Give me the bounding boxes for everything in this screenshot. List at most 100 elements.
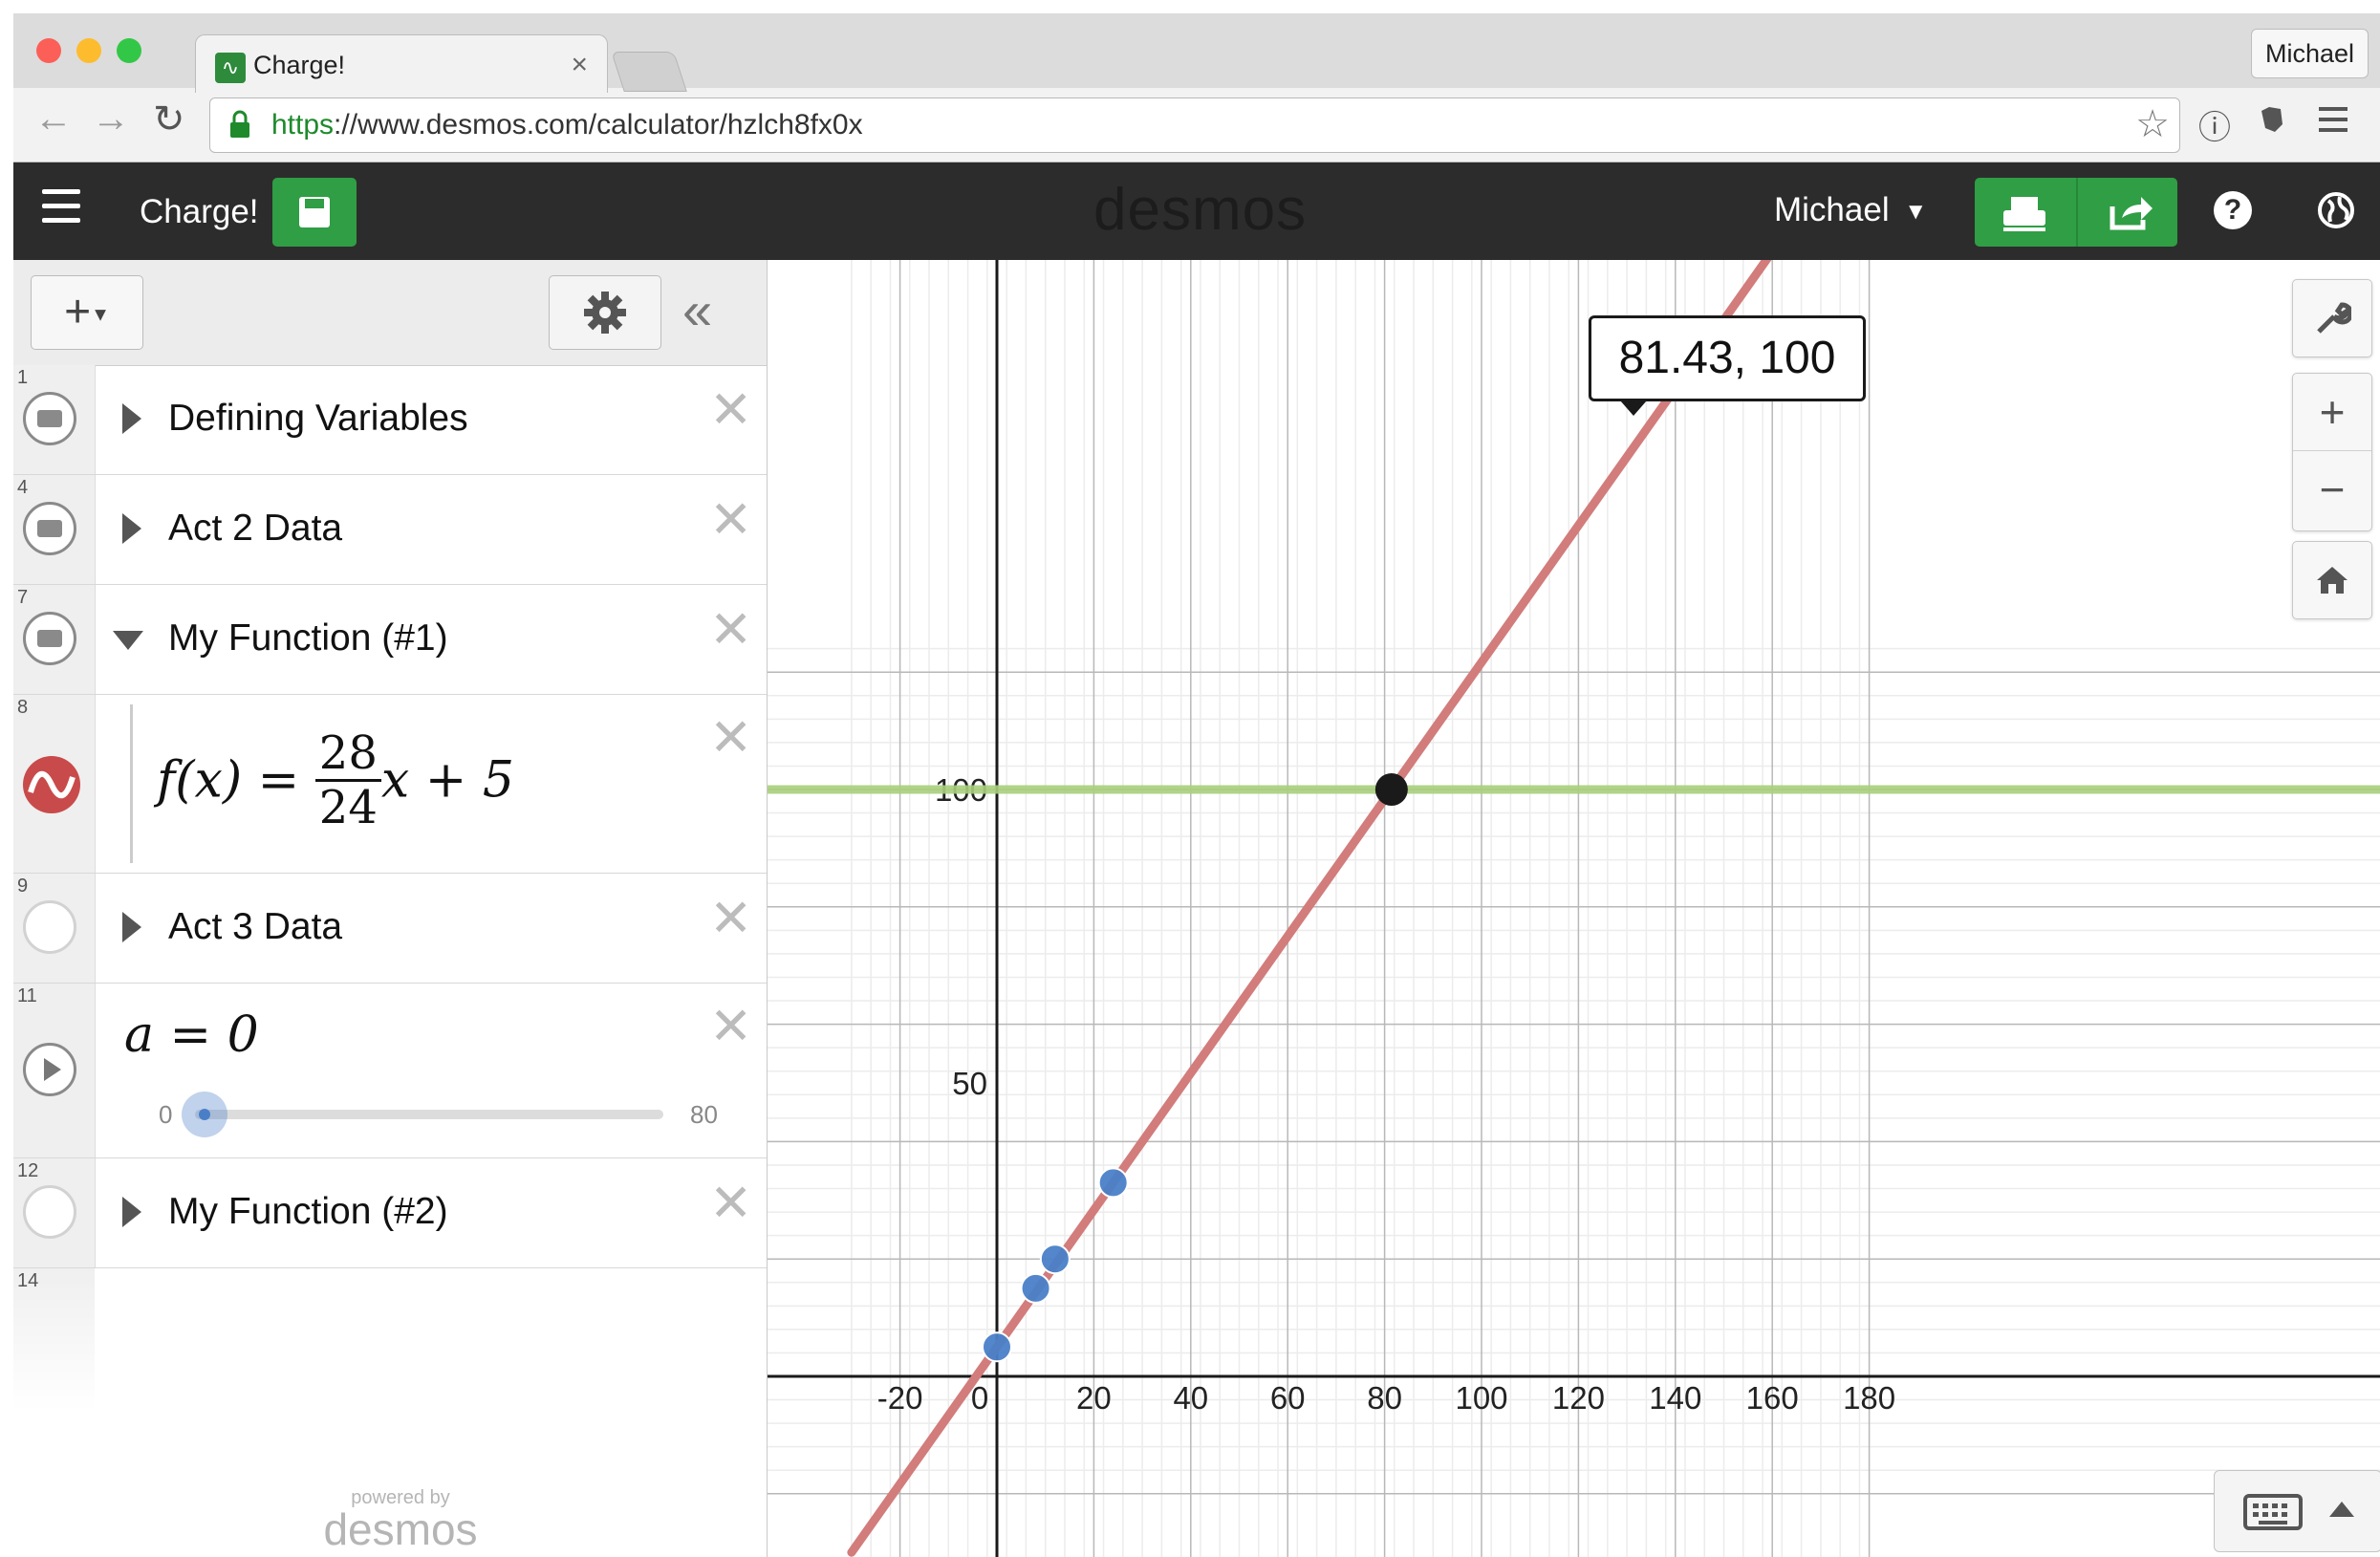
address-bar[interactable]: https://www.desmos.com/calculator/hzlch8… (209, 97, 2180, 153)
folder-row-act-2-data[interactable]: 4 Act 2 Data ✕ (13, 475, 767, 585)
keyboard-icon (2243, 1494, 2303, 1530)
hamburger-menu-icon[interactable] (42, 189, 80, 227)
home-icon (2317, 567, 2348, 594)
reload-icon[interactable]: ↻ (153, 97, 185, 141)
function-lhs: f(x) = (157, 751, 315, 810)
browser-profile-button[interactable]: Michael (2250, 29, 2369, 78)
help-icon[interactable]: ? (2214, 191, 2252, 229)
folder-indent-line (130, 704, 133, 863)
x-tick-label: 80 (1367, 1380, 1402, 1416)
row-number: 4 (17, 477, 29, 498)
folder-title[interactable]: Act 2 Data (168, 508, 342, 550)
slider-track[interactable] (182, 1092, 663, 1137)
graph-title[interactable]: Charge! (140, 193, 259, 231)
slider-expression[interactable]: a = 0 (124, 1006, 259, 1064)
globe-language-icon[interactable] (2317, 191, 2355, 229)
row-gutter: 8 (13, 695, 96, 873)
collapse-list-button[interactable]: « (682, 279, 712, 341)
slider-min[interactable]: 0 (159, 1100, 172, 1130)
x-tick-label: 40 (1173, 1380, 1208, 1416)
delete-icon[interactable]: ✕ (709, 384, 752, 436)
slider-max[interactable]: 80 (690, 1100, 718, 1130)
expand-caret-icon[interactable] (122, 403, 141, 434)
user-name: Michael (1774, 191, 1890, 228)
zoom-out-button[interactable]: − (2293, 451, 2371, 528)
delete-icon[interactable]: ✕ (709, 1001, 752, 1052)
collapse-caret-icon[interactable] (113, 631, 143, 650)
row-number: 8 (17, 697, 29, 718)
delete-icon[interactable]: ✕ (709, 712, 752, 764)
print-share-group (1975, 178, 2177, 247)
x-tick-label: 140 (1649, 1380, 1701, 1416)
graph-canvas[interactable]: -2002040608010012014016018050100 (768, 260, 2380, 1557)
empty-expression-row[interactable]: 14 (13, 1268, 767, 1412)
add-expression-button[interactable]: +▼ (31, 275, 143, 350)
delete-icon[interactable]: ✕ (709, 893, 752, 944)
delete-icon[interactable]: ✕ (709, 1178, 752, 1229)
save-disk-icon (299, 197, 330, 227)
row-gutter: 4 (13, 475, 96, 584)
folder-icon (37, 630, 62, 647)
zoom-in-button[interactable]: + (2293, 374, 2371, 451)
tab-close-icon[interactable]: × (571, 49, 588, 81)
function-rhs: x + 5 (380, 751, 514, 810)
graph-background (768, 260, 2380, 1557)
fraction-denominator: 24 (318, 781, 378, 834)
x-tick-label: 120 (1552, 1380, 1605, 1416)
row-number: 14 (17, 1270, 39, 1291)
new-tab-button[interactable] (611, 52, 687, 92)
expand-caret-icon[interactable] (122, 912, 141, 942)
folder-title[interactable]: My Function (#2) (168, 1191, 448, 1233)
function-expression[interactable]: f(x) = 28 24 x + 5 (157, 727, 514, 842)
slider-row[interactable]: 11 a = 0 0 80 ✕ (13, 984, 767, 1158)
expand-caret-icon[interactable] (122, 1197, 141, 1227)
user-menu[interactable]: Michael ▼ (1774, 191, 1927, 229)
keyboard-toggle-button[interactable] (2214, 1470, 2380, 1552)
folder-row-defining-variables[interactable]: 1 Defining Variables ✕ (13, 365, 767, 475)
x-tick-label: 160 (1746, 1380, 1799, 1416)
graph-color-toggle-icon[interactable] (23, 756, 80, 813)
graph-settings-button[interactable] (2292, 279, 2372, 357)
evernote-extension-icon[interactable] (2256, 103, 2288, 136)
default-viewport-button[interactable] (2292, 541, 2372, 619)
folder-row-my-function-2[interactable]: 12 My Function (#2) ✕ (13, 1158, 767, 1268)
folder-row-my-function-1[interactable]: 7 My Function (#1) ✕ (13, 585, 767, 695)
folder-visibility-toggle[interactable] (23, 502, 76, 555)
browser-tab[interactable]: ∿ Charge! × (195, 34, 608, 93)
close-window-button[interactable] (36, 38, 61, 63)
folder-title[interactable]: Defining Variables (168, 398, 468, 440)
bookmark-star-icon[interactable]: ☆ (2135, 102, 2170, 146)
expand-caret-icon[interactable] (122, 513, 141, 544)
row-number: 7 (17, 587, 29, 608)
minimize-window-button[interactable] (76, 38, 101, 63)
x-tick-label: -20 (877, 1380, 923, 1416)
row-number: 11 (17, 985, 37, 1006)
delete-icon[interactable]: ✕ (709, 604, 752, 656)
browser-menu-icon[interactable] (2317, 105, 2349, 134)
back-arrow-icon[interactable]: ← (34, 97, 73, 141)
forward-arrow-icon[interactable]: → (92, 97, 130, 141)
maximize-window-button[interactable] (117, 38, 141, 63)
folder-visibility-toggle[interactable] (23, 612, 76, 665)
hidden-folder-toggle[interactable] (23, 1185, 76, 1239)
folder-row-act-3-data[interactable]: 9 Act 3 Data ✕ (13, 874, 767, 984)
save-button[interactable] (272, 178, 357, 247)
x-tick-label: 20 (1076, 1380, 1112, 1416)
print-icon[interactable] (1975, 178, 2076, 247)
delete-icon[interactable]: ✕ (709, 494, 752, 546)
hidden-folder-toggle[interactable] (23, 900, 76, 954)
x-tick-label: 60 (1270, 1380, 1306, 1416)
folder-visibility-toggle[interactable] (23, 392, 76, 445)
folder-title[interactable]: My Function (#1) (168, 617, 448, 660)
folder-title[interactable]: Act 3 Data (168, 906, 342, 948)
slider-thumb[interactable] (182, 1092, 227, 1137)
browser-toolbar: ← → ↻ https://www.desmos.com/calculator/… (13, 88, 2380, 162)
settings-button[interactable] (549, 275, 661, 350)
extension-info-icon[interactable]: ⓘ (2198, 101, 2231, 148)
play-slider-button[interactable] (23, 1043, 76, 1096)
share-icon[interactable] (2078, 178, 2177, 247)
desmos-favicon-icon: ∿ (215, 53, 246, 83)
expression-row-function[interactable]: 8 f(x) = 28 24 x + 5 ✕ (13, 695, 767, 874)
tab-title: Charge! (253, 51, 346, 79)
zoom-controls: + − (2292, 373, 2372, 531)
